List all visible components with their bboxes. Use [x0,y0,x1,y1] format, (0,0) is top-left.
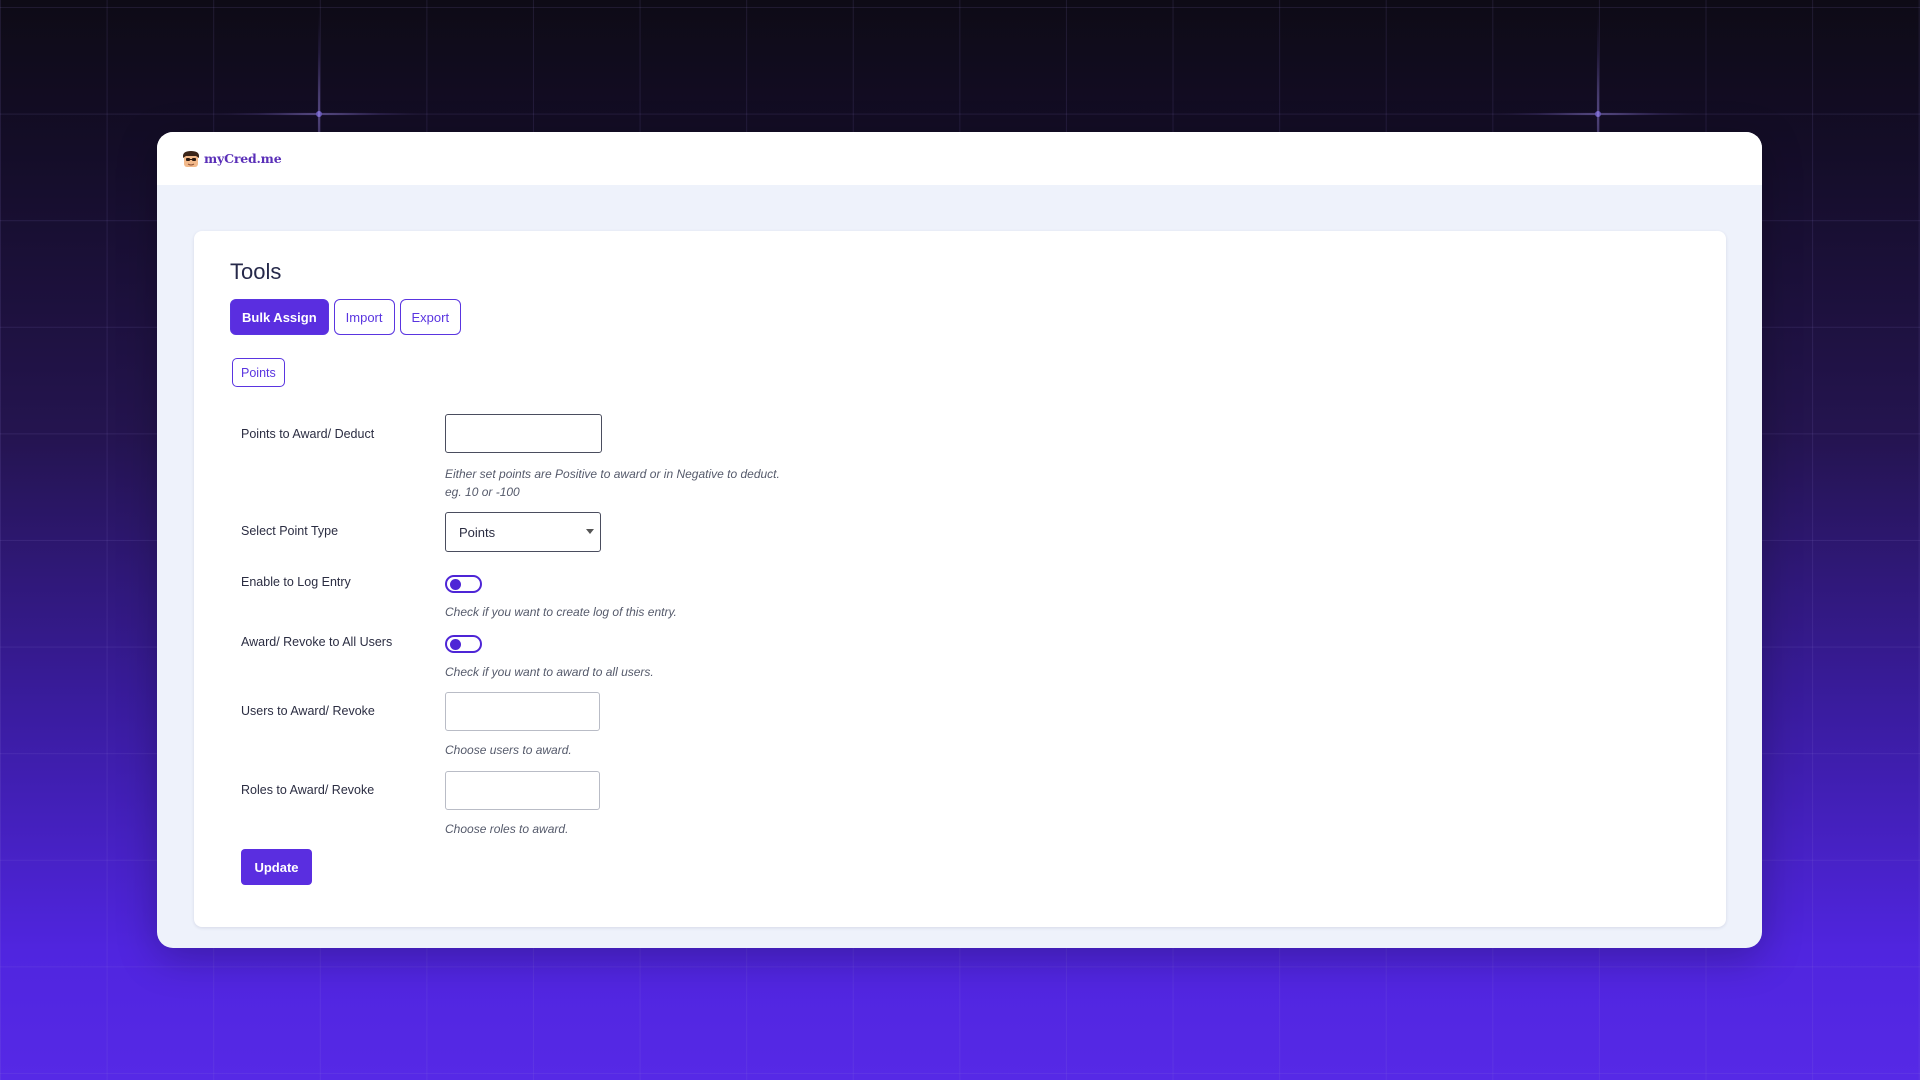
log-entry-label: Enable to Log Entry [241,575,351,589]
points-hint: Either set points are Positive to award … [445,465,780,501]
subtab-points[interactable]: Points [232,358,285,387]
brand-logo[interactable]: myCred.me [181,149,282,169]
roles-hint: Choose roles to award. [445,822,569,836]
update-button[interactable]: Update [241,849,312,885]
roles-label: Roles to Award/ Revoke [241,783,375,797]
users-hint: Choose users to award. [445,743,572,757]
tools-card: Tools Bulk Assign Import Export Points P… [194,231,1726,927]
toggle-knob [450,639,461,650]
point-type-label: Select Point Type [241,524,339,538]
log-entry-toggle[interactable] [445,575,482,593]
brand-name: myCred.me [204,151,282,166]
all-users-toggle[interactable] [445,635,482,653]
roles-input[interactable] [445,771,600,810]
points-label: Points to Award/ Deduct [241,427,375,441]
points-hint-line2: eg. 10 or -100 [445,485,520,499]
point-type-selected-value: Points [459,524,496,540]
users-input[interactable] [445,692,600,731]
mascot-icon [183,150,199,167]
chevron-down-icon [586,529,594,534]
tab-bulk-assign[interactable]: Bulk Assign [230,299,329,335]
points-hint-line1: Either set points are Positive to award … [445,467,780,481]
point-type-select[interactable]: Points [445,512,601,552]
tools-tabs: Bulk Assign Import Export [230,299,462,335]
app-window: myCred.me Tools Bulk Assign Import Expor… [157,132,1762,948]
tab-export[interactable]: Export [399,299,462,335]
top-bar: myCred.me [157,132,1762,185]
page-title: Tools [230,259,282,284]
points-input[interactable] [445,414,602,453]
toggle-knob [450,579,461,590]
all-users-hint: Check if you want to award to all users. [445,665,654,679]
users-label: Users to Award/ Revoke [241,704,375,718]
tab-import[interactable]: Import [333,299,395,335]
log-entry-hint: Check if you want to create log of this … [445,605,677,619]
all-users-label: Award/ Revoke to All Users [241,635,393,649]
